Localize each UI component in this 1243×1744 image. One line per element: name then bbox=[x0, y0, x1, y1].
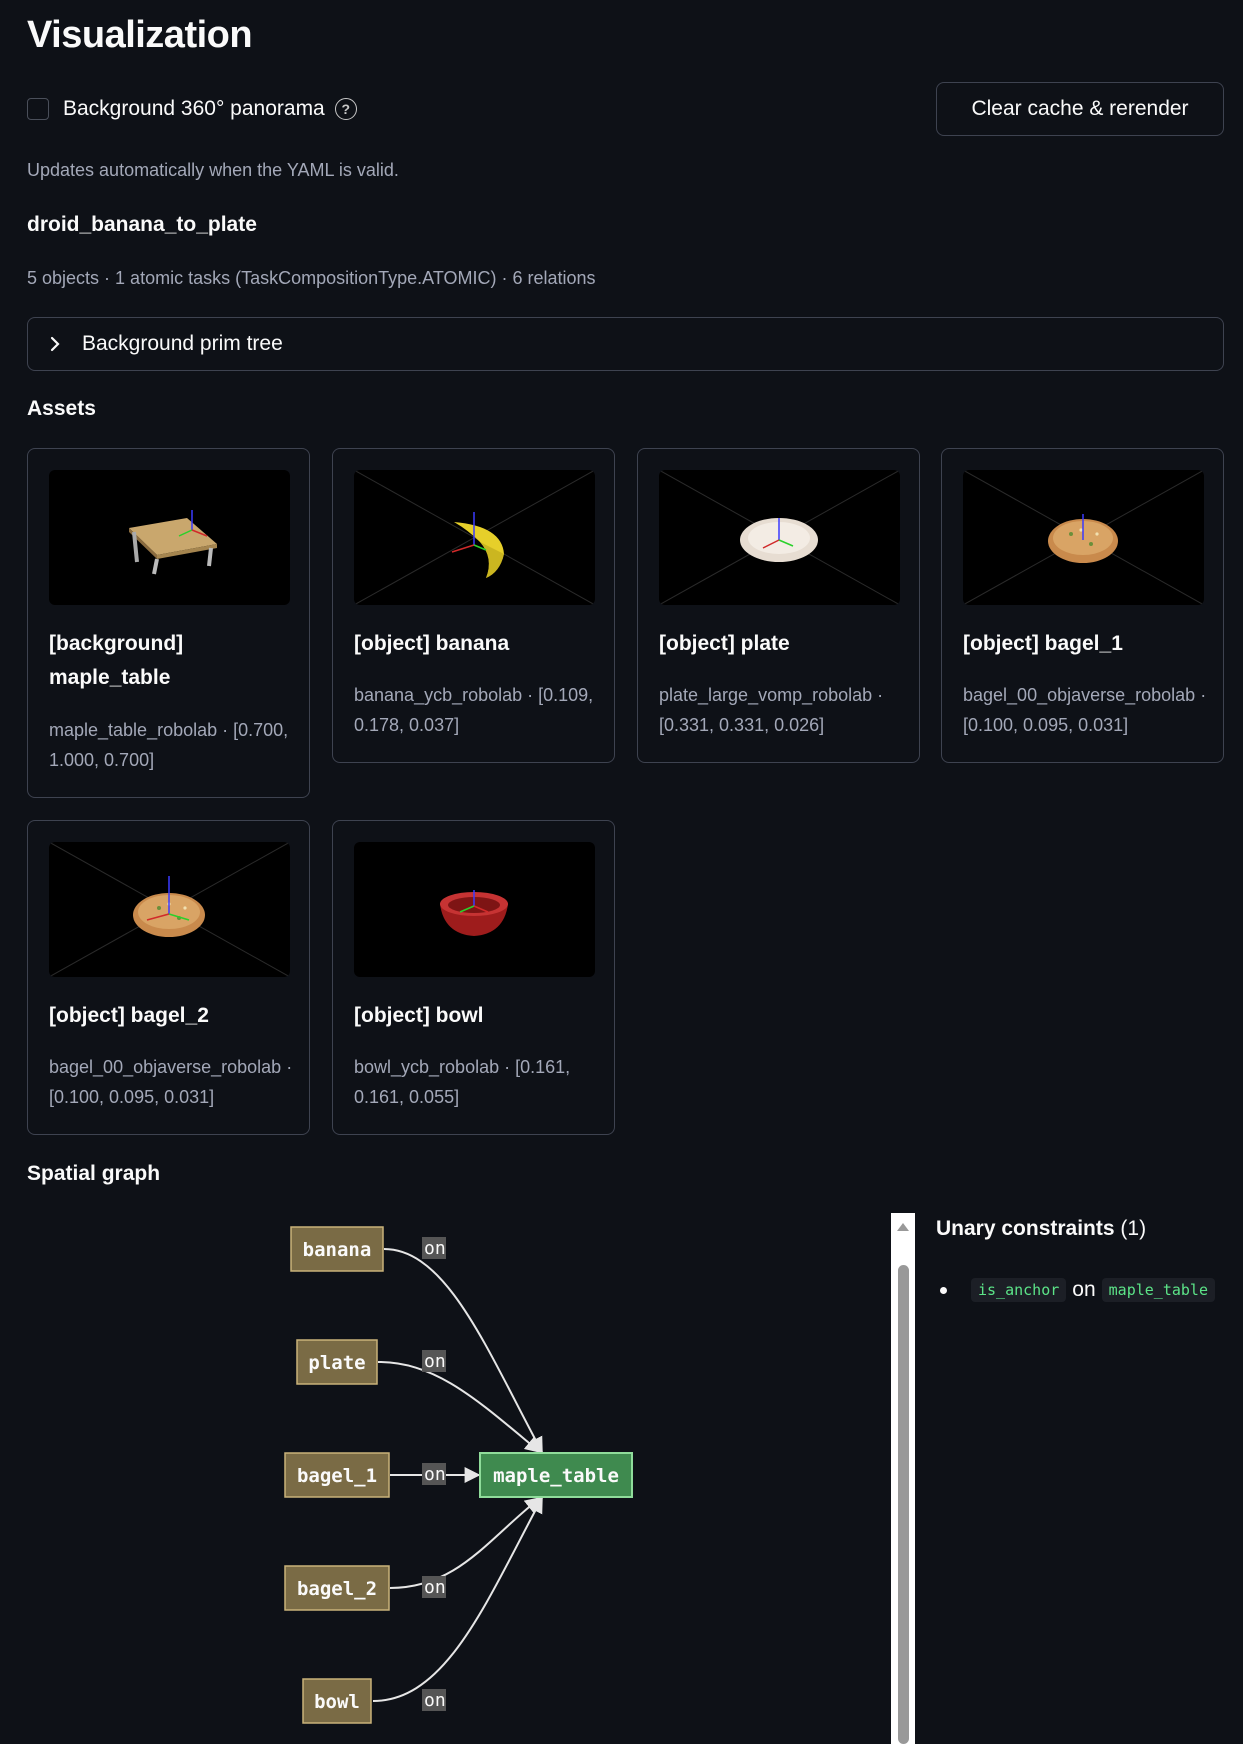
asset-meta: bagel_00_objaverse_robolab · [0.100, 0.0… bbox=[49, 1057, 293, 1107]
svg-text:bagel_2: bagel_2 bbox=[297, 1578, 377, 1600]
spatial-graph: on on on on on banana plate bagel_1 bage… bbox=[27, 1210, 887, 1744]
asset-card: [object] plate plate_large_vomp_robolab … bbox=[637, 448, 920, 763]
asset-meta: banana_ycb_robolab · [0.109, 0.178, 0.03… bbox=[354, 685, 594, 735]
edge-label: on bbox=[422, 1689, 446, 1711]
unary-count: (1) bbox=[1120, 1217, 1147, 1240]
asset-card: [object] bagel_2 bagel_00_objaverse_robo… bbox=[27, 820, 310, 1135]
graph-scrollbar[interactable] bbox=[891, 1213, 915, 1744]
graph-edge bbox=[372, 1496, 543, 1702]
svg-text:on: on bbox=[424, 1690, 446, 1711]
panorama-label: Background 360° panorama bbox=[63, 97, 325, 120]
expander-label: Background prim tree bbox=[82, 332, 283, 355]
edge-label: on bbox=[422, 1463, 446, 1485]
table-icon bbox=[49, 470, 290, 605]
help-icon[interactable]: ? bbox=[334, 98, 357, 120]
graph-node-banana[interactable]: banana bbox=[290, 1226, 384, 1272]
auto-update-caption: Updates automatically when the YAML is v… bbox=[27, 160, 399, 180]
svg-text:maple_table: maple_table bbox=[493, 1465, 619, 1487]
asset-meta: plate_large_vomp_robolab · [0.331, 0.331… bbox=[659, 685, 884, 735]
constraint-joiner: on bbox=[1072, 1278, 1096, 1301]
svg-text:on: on bbox=[424, 1577, 446, 1598]
bullet bbox=[940, 1286, 947, 1294]
panorama-checkbox[interactable] bbox=[27, 98, 49, 120]
graph-node-bagel-2[interactable]: bagel_2 bbox=[284, 1565, 390, 1611]
svg-text:plate: plate bbox=[308, 1352, 365, 1374]
chevron-right-icon bbox=[28, 336, 82, 352]
scroll-thumb[interactable] bbox=[898, 1265, 909, 1744]
clear-cache-button[interactable]: Clear cache & rerender bbox=[936, 82, 1224, 136]
svg-text:bagel_1: bagel_1 bbox=[297, 1465, 377, 1487]
unary-title-label: Unary constraints bbox=[936, 1217, 1115, 1240]
svg-text:bowl: bowl bbox=[314, 1691, 360, 1713]
svg-text:banana: banana bbox=[303, 1239, 372, 1261]
graph-edge bbox=[377, 1361, 542, 1454]
asset-card: [object] bowl bowl_ycb_robolab · [0.161,… bbox=[332, 820, 615, 1135]
plate-icon bbox=[659, 470, 900, 605]
svg-text:on: on bbox=[424, 1351, 446, 1372]
asset-title: [object] bowl bbox=[354, 1004, 484, 1027]
page-title: Visualization bbox=[27, 14, 253, 56]
bowl-icon bbox=[354, 842, 595, 977]
asset-meta: bowl_ycb_robolab · [0.161, 0.161, 0.055] bbox=[354, 1057, 571, 1107]
asset-title: [object] banana bbox=[354, 632, 510, 655]
asset-card: [object] bagel_1 bagel_00_objaverse_robo… bbox=[941, 448, 1224, 763]
asset-title: [object] bagel_1 bbox=[963, 632, 1123, 655]
panorama-toggle-row[interactable]: Background 360° panorama ? bbox=[27, 96, 357, 122]
edge-label: on bbox=[422, 1350, 446, 1372]
asset-card: [object] banana banana_ycb_robolab · [0.… bbox=[332, 448, 615, 763]
constraint-object: maple_table bbox=[1101, 1278, 1215, 1302]
graph-node-bagel-1[interactable]: bagel_1 bbox=[284, 1452, 390, 1498]
banana-icon bbox=[354, 470, 595, 605]
asset-card: [background] maple_table maple_table_rob… bbox=[27, 448, 310, 798]
asset-title: [object] plate bbox=[659, 632, 790, 655]
asset-title: [object] bagel_2 bbox=[49, 1004, 209, 1027]
scene-name: droid_banana_to_plate bbox=[27, 213, 257, 236]
graph-node-plate[interactable]: plate bbox=[296, 1339, 378, 1385]
scene-summary: 5 objects · 1 atomic tasks (TaskComposit… bbox=[27, 268, 596, 288]
graph-node-bowl[interactable]: bowl bbox=[302, 1678, 372, 1724]
asset-title: [background] maple_table bbox=[49, 632, 184, 689]
unary-constraint-item: is_anchor on maple_table bbox=[940, 1278, 1215, 1302]
bagel-icon bbox=[49, 842, 290, 977]
assets-heading: Assets bbox=[27, 397, 96, 420]
svg-text:on: on bbox=[424, 1464, 446, 1485]
edge-label: on bbox=[422, 1576, 446, 1598]
constraint-code: is_anchor bbox=[971, 1278, 1067, 1302]
spatial-graph-heading: Spatial graph bbox=[27, 1162, 161, 1185]
asset-meta: bagel_00_objaverse_robolab · [0.100, 0.0… bbox=[963, 685, 1207, 735]
asset-meta: maple_table_robolab · [0.700, 1.000, 0.7… bbox=[49, 720, 289, 770]
edge-label: on bbox=[422, 1237, 446, 1259]
unary-constraints-title: Unary constraints (1) bbox=[936, 1217, 1146, 1241]
background-prim-tree-expander[interactable]: Background prim tree bbox=[27, 317, 1224, 371]
graph-edge bbox=[383, 1248, 543, 1454]
graph-node-maple-table[interactable]: maple_table bbox=[479, 1452, 633, 1498]
bagel-icon bbox=[963, 470, 1204, 605]
svg-text:on: on bbox=[424, 1238, 446, 1259]
scroll-up-icon[interactable] bbox=[891, 1217, 915, 1237]
